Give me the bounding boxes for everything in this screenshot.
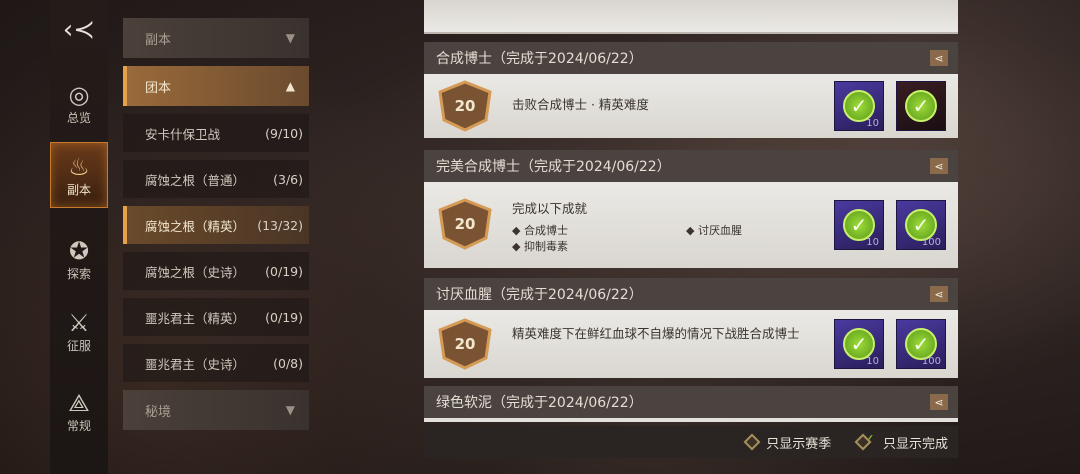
achievement-header: 合成博士（完成于2024/06/22） ⋖ <box>424 42 958 74</box>
raid-item[interactable]: 安卡什保卫战 (9/10) <box>123 114 309 152</box>
raid-item-name: 腐蚀之根（史诗） <box>145 264 246 280</box>
reward-qty: 10 <box>866 118 879 129</box>
nav-label: 征服 <box>66 338 91 353</box>
achievement-body-partial <box>424 418 958 422</box>
achievement-points-badge: 20 <box>436 80 494 132</box>
criteria-item: ◆ 合成博士 <box>512 224 568 237</box>
points-value: 20 <box>454 215 476 233</box>
share-icon[interactable]: ⋖ <box>930 286 948 302</box>
raid-item[interactable]: 腐蚀之根（普通） (3/6) <box>123 160 309 198</box>
reward-qty: 100 <box>921 356 941 367</box>
nav-item-explore[interactable]: ✪ 探索 <box>50 226 108 292</box>
category-dungeon[interactable]: 副本 ▼ <box>123 18 309 58</box>
nav-label: 常规 <box>66 418 91 433</box>
chevron-up-icon: ▲ <box>285 79 295 93</box>
nav-label: 总览 <box>66 110 91 125</box>
achievement-desc: 击败合成博士 · 精英难度 <box>512 97 649 112</box>
nav-label: 探索 <box>66 266 91 281</box>
eye-icon: ◎ <box>68 80 90 109</box>
category-label: 团本 <box>145 80 172 96</box>
nav-item-overview[interactable]: ◎ 总览 <box>50 70 108 136</box>
achievement-points-badge: 20 <box>436 198 494 250</box>
category-raid[interactable]: 团本 ▲ <box>123 66 309 106</box>
achievement-points-badge: 20 <box>436 318 494 370</box>
achievement-title: 讨厌血腥（完成于2024/06/22） <box>436 287 643 303</box>
chevron-down-icon: ▼ <box>285 403 295 417</box>
criteria-item: ◆ 讨厌血腥 <box>686 224 742 237</box>
raid-item-name: 腐蚀之根（普通） <box>145 172 246 188</box>
points-value: 20 <box>454 335 476 353</box>
achievement-card: 讨厌血腥（完成于2024/06/22） ⋖ 20 精英难度下在鲜红血球不自爆的情… <box>424 278 958 378</box>
achievement-title: 完美合成博士（完成于2024/06/22） <box>436 159 671 175</box>
crossed-swords-icon: ⚔ <box>68 308 90 337</box>
triangle-emblem-icon: ⟁ <box>68 388 90 417</box>
achievement-card-partial <box>424 0 958 34</box>
raid-item-count: (0/19) <box>265 309 303 325</box>
nav-item-dungeon[interactable]: ♨ 副本 <box>50 142 108 208</box>
raid-item-count: (3/6) <box>273 171 303 187</box>
raid-item-name: 腐蚀之根（精英） <box>145 218 246 234</box>
chevron-down-icon: ▼ <box>285 31 295 45</box>
back-button[interactable]: ‹≺ <box>50 12 108 48</box>
points-value: 20 <box>454 97 476 115</box>
achievement-card: 完美合成博士（完成于2024/06/22） ⋖ 20 完成以下成就 ◆ 合成博士… <box>424 150 958 268</box>
achievement-card: 合成博士（完成于2024/06/22） ⋖ 20 击败合成博士 · 精英难度 ✓… <box>424 42 958 138</box>
nav-item-conquer[interactable]: ⚔ 征服 <box>50 298 108 364</box>
raid-item[interactable]: 噩兆君主（史诗） (0/8) <box>123 344 309 382</box>
nav-label: 副本 <box>66 182 91 197</box>
raid-item-count: (9/10) <box>265 125 303 141</box>
raid-item-name: 噩兆君主（史诗） <box>145 356 246 372</box>
achievement-desc: 精英难度下在鲜红血球不自爆的情况下战胜合成博士 <box>512 326 800 341</box>
raid-item[interactable]: 腐蚀之根（史诗） (0/19) <box>123 252 309 290</box>
filter-label: 只显示赛季 <box>766 436 832 452</box>
reward-slot[interactable]: ✓ 100 <box>896 200 946 250</box>
filter-label: 只显示完成 <box>882 436 948 452</box>
completed-only-toggle[interactable]: ✓ 只显示完成 <box>854 432 948 452</box>
achievement-list[interactable]: 合成博士（完成于2024/06/22） ⋖ 20 击败合成博士 · 精英难度 ✓… <box>424 0 958 460</box>
raid-item-count: (0/19) <box>265 263 303 279</box>
criteria-item: ◆ 抑制毒素 <box>512 240 568 253</box>
reward-slot[interactable]: ✓ 10 <box>834 81 884 131</box>
category-secret-realm[interactable]: 秘境 ▼ <box>123 390 309 430</box>
achievement-header: 绿色软泥（完成于2024/06/22） ⋖ <box>424 386 958 418</box>
raid-item[interactable]: 噩兆君主（精英） (0/19) <box>123 298 309 336</box>
achievement-desc: 完成以下成就 <box>512 201 588 216</box>
reward-qty: 100 <box>921 237 941 248</box>
category-list: 副本 ▼ 团本 ▲ 安卡什保卫战 (9/10) 腐蚀之根（普通） (3/6) 腐… <box>123 18 309 438</box>
achievement-card: 绿色软泥（完成于2024/06/22） ⋖ <box>424 386 958 422</box>
checkbox-diamond-icon <box>743 433 761 451</box>
nav-item-general[interactable]: ⟁ 常规 <box>50 378 108 444</box>
reward-qty: 10 <box>866 356 879 367</box>
compass-icon: ✪ <box>68 236 90 265</box>
achievement-body: 20 精英难度下在鲜红血球不自爆的情况下战胜合成博士 ✓ 10 ✓ 100 <box>424 310 958 378</box>
dungeon-icon: ♨ <box>68 152 90 181</box>
raid-item-name: 安卡什保卫战 <box>145 126 221 142</box>
reward-slot[interactable]: ✓ <box>896 81 946 131</box>
achievement-header: 讨厌血腥（完成于2024/06/22） ⋖ <box>424 278 958 310</box>
filter-bar: 只显示赛季 ✓ 只显示完成 <box>424 426 958 458</box>
share-icon[interactable]: ⋖ <box>930 394 948 410</box>
achievement-title: 合成博士（完成于2024/06/22） <box>436 51 643 67</box>
share-icon[interactable]: ⋖ <box>930 158 948 174</box>
raid-item[interactable]: 腐蚀之根（精英） (13/32) <box>123 206 309 244</box>
achievement-header: 完美合成博士（完成于2024/06/22） ⋖ <box>424 150 958 182</box>
raid-item-count: (13/32) <box>257 217 303 233</box>
reward-qty: 10 <box>866 237 879 248</box>
raid-item-name: 噩兆君主（精英） <box>145 310 246 326</box>
reward-slot[interactable]: ✓ 100 <box>896 319 946 369</box>
achievement-body: 20 完成以下成就 ◆ 合成博士 ◆ 讨厌血腥 ◆ 抑制毒素 ✓ 10 ✓ 10… <box>424 182 958 268</box>
category-label: 副本 <box>145 32 172 48</box>
reward-slot[interactable]: ✓ 10 <box>834 200 884 250</box>
achievement-title: 绿色软泥（完成于2024/06/22） <box>436 395 643 411</box>
achievement-body: 20 击败合成博士 · 精英难度 ✓ 10 ✓ <box>424 74 958 138</box>
back-arrow-icon: ‹≺ <box>62 15 96 45</box>
check-icon: ✓ <box>905 90 937 122</box>
share-icon[interactable]: ⋖ <box>930 50 948 66</box>
reward-slot[interactable]: ✓ 10 <box>834 319 884 369</box>
category-label: 秘境 <box>145 404 172 420</box>
raid-item-count: (0/8) <box>273 355 303 371</box>
season-only-toggle[interactable]: 只显示赛季 <box>743 433 832 452</box>
